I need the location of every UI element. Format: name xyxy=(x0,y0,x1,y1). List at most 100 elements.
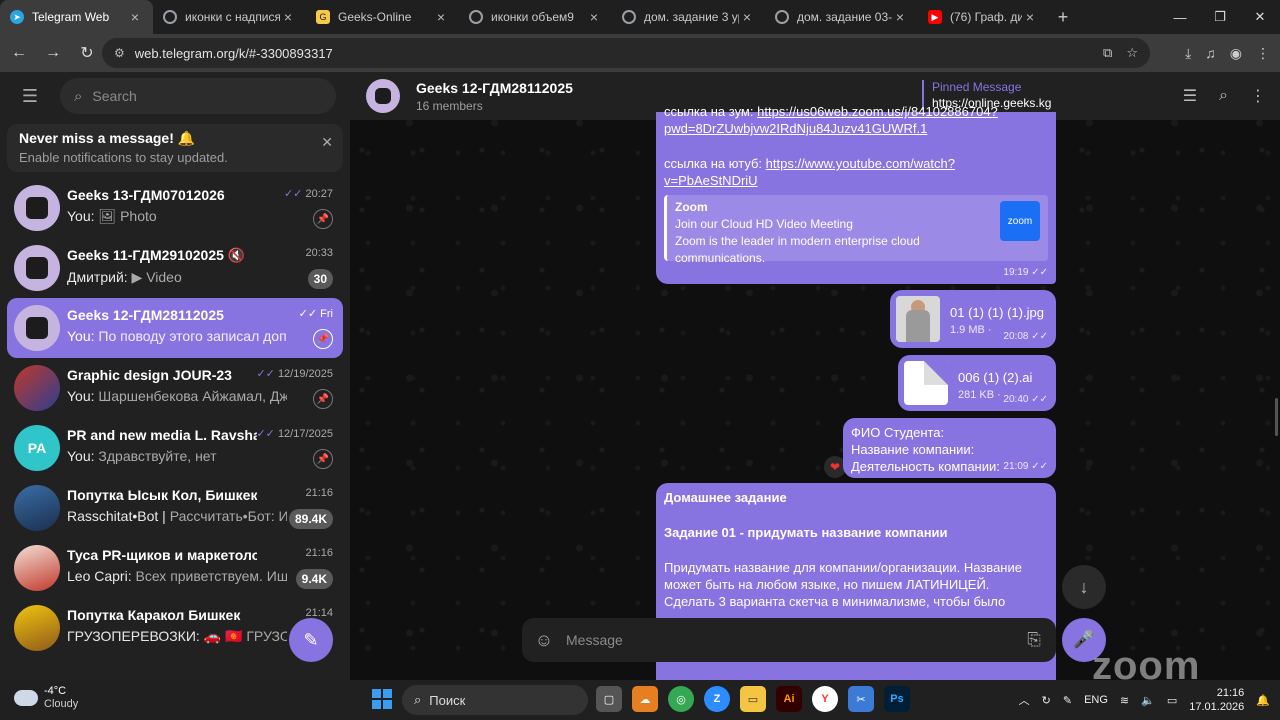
clock[interactable]: 21:16 17.01.2026 xyxy=(1189,686,1244,714)
pin-icon: 📌 xyxy=(313,389,333,409)
chat-item-geeks-13[interactable]: Geeks 13-ГДМ07012026 You: 🖼 Photo ✓✓ 20:… xyxy=(7,178,343,238)
pen-icon[interactable]: ✎ xyxy=(1063,694,1072,707)
avatar xyxy=(14,605,60,651)
snipping-tool-icon[interactable]: ✂ xyxy=(848,686,874,712)
windows-start-icon[interactable] xyxy=(372,689,392,709)
window-close-icon[interactable]: ✕ xyxy=(1240,0,1280,34)
zoom-app-icon[interactable]: Z xyxy=(704,686,730,712)
tab-title: иконки объем9 xyxy=(491,10,574,24)
tab-icons-text[interactable]: иконки с надписями × xyxy=(153,0,306,34)
zoom-logo: zoom xyxy=(1000,201,1040,241)
tab-title: иконки с надписями xyxy=(185,10,280,24)
search-icon[interactable]: ⌕ xyxy=(1219,87,1228,105)
task-view-icon[interactable]: ▢ xyxy=(596,686,622,712)
download-icon[interactable]: ⤓ xyxy=(1185,45,1191,62)
chat-item-tusa-pr[interactable]: Туса PR-щиков и маркетологов Leo Capri: … xyxy=(7,538,343,598)
chat-name: Попутка Ысык Кол, Бишкек Чол... xyxy=(67,487,257,503)
install-app-icon[interactable]: ⧉ xyxy=(1103,45,1112,61)
wifi-icon[interactable]: ≋ xyxy=(1120,694,1129,707)
chat-time: ✓✓ Fri xyxy=(298,308,333,320)
language-indicator[interactable]: ENG xyxy=(1084,694,1108,706)
bookmark-star-icon[interactable]: ☆ xyxy=(1126,45,1138,61)
notification-banner[interactable]: Never miss a message! 🔔 Enable notificat… xyxy=(7,124,343,172)
volume-icon[interactable]: 🔈 xyxy=(1141,694,1155,707)
chat-item-graphic-design[interactable]: Graphic design JOUR-23 You: Шаршенбекова… xyxy=(7,358,343,418)
cloud-app-icon[interactable]: ☁ xyxy=(632,686,658,712)
close-icon[interactable]: × xyxy=(1022,9,1038,25)
message-input[interactable]: Message xyxy=(566,632,1012,648)
notifications-bell-icon[interactable]: 🔔 xyxy=(1256,694,1270,707)
pinned-list-icon[interactable]: ☰ xyxy=(1183,86,1197,106)
photoshop-icon[interactable]: Ps xyxy=(884,686,910,712)
tab-homework-3[interactable]: дом. задание 3 урок × xyxy=(612,0,765,34)
tab-homework-03[interactable]: дом. задание 03-03 × xyxy=(765,0,918,34)
media-controls-icon[interactable]: ♫ xyxy=(1205,45,1216,61)
telegram-app: ☰ ⌕ Search Never miss a message! 🔔 Enabl… xyxy=(0,72,1280,680)
more-dots-icon[interactable]: ⋮ xyxy=(1250,86,1266,106)
tab-youtube[interactable]: ▶ (76) Граф. дизай × xyxy=(918,0,1048,34)
close-icon[interactable]: × xyxy=(280,9,296,25)
weather-widget[interactable]: -4°C Cloudy xyxy=(14,685,78,711)
close-icon[interactable]: × xyxy=(739,9,755,25)
youtube-link[interactable]: https://www.youtube.com/watch? xyxy=(766,156,955,171)
file-document-icon[interactable] xyxy=(904,361,948,405)
tab-geeks-online[interactable]: G Geeks-Online × xyxy=(306,0,459,34)
search-input[interactable]: ⌕ Search xyxy=(60,78,336,114)
chat-item-poputka-ysyk-kol[interactable]: Попутка Ысык Кол, Бишкек Чол... Rasschit… xyxy=(7,478,343,538)
yandex-browser-icon[interactable]: Y xyxy=(812,686,838,712)
minimize-icon[interactable]: — xyxy=(1160,0,1200,34)
emoji-icon[interactable]: ☺ xyxy=(522,630,566,651)
tab-title: Geeks-Online xyxy=(338,10,412,24)
link-preview-card[interactable]: Zoom Join our Cloud HD Video Meeting Zoo… xyxy=(664,195,1048,265)
taskbar-search[interactable]: ⌕ Поиск xyxy=(402,685,588,715)
new-message-pencil-button[interactable]: ✎ xyxy=(289,618,333,662)
chat-item-geeks-11[interactable]: Geeks 11-ГДМ29102025 🔇 Дмитрий: ▶ Video … xyxy=(7,238,343,298)
message-time: 21:09 ✓✓ xyxy=(1003,461,1048,472)
zoom-link[interactable]: pwd=8DrZUwbjvw2IRdNju84Juzv41GUWRf.1 xyxy=(664,121,927,136)
image-thumbnail[interactable] xyxy=(896,296,940,342)
battery-icon[interactable]: ▭ xyxy=(1167,694,1177,707)
site-settings-icon[interactable]: ⚙ xyxy=(114,46,125,60)
back-arrow-icon[interactable]: ← xyxy=(4,38,34,68)
message-composer[interactable]: ☺ Message ⎘ xyxy=(522,618,1056,662)
tab-telegram[interactable]: ➤ Telegram Web × xyxy=(0,0,153,34)
chat-title: Geeks 12-ГДМ28112025 xyxy=(416,79,573,96)
hamburger-menu-icon[interactable]: ☰ xyxy=(0,72,60,120)
chevron-up-icon[interactable]: ︿ xyxy=(1019,692,1030,708)
close-icon[interactable]: × xyxy=(586,9,602,25)
close-icon[interactable]: × xyxy=(892,9,908,25)
close-icon[interactable]: × xyxy=(433,9,449,25)
reload-icon[interactable]: ↻ xyxy=(72,38,102,68)
weather-condition: Cloudy xyxy=(44,698,79,710)
chat-window: Geeks 12-ГДМ28112025 16 members Pinned M… xyxy=(350,72,1280,680)
profile-icon[interactable]: ◉ xyxy=(1230,45,1242,62)
close-icon[interactable]: ✕ xyxy=(321,134,333,151)
attach-paperclip-icon[interactable]: ⎘ xyxy=(1012,630,1056,650)
new-tab-button[interactable]: + xyxy=(1048,0,1078,34)
illustrator-icon[interactable]: Ai xyxy=(776,686,802,712)
file-explorer-icon[interactable]: ▭ xyxy=(740,686,766,712)
chat-name: Geeks 11-ГДМ29102025 🔇 xyxy=(67,247,246,263)
tab-icons-3d[interactable]: иконки объем9 × xyxy=(459,0,612,34)
sync-icon[interactable]: ↻ xyxy=(1042,694,1051,707)
chat-item-pr-media[interactable]: PA PR and new media L. Ravshan... You: З… xyxy=(7,418,343,478)
chrome-icon[interactable]: ◎ xyxy=(668,686,694,712)
maximize-icon[interactable]: ❐ xyxy=(1200,0,1240,34)
chat-preview: Rasschitat•Bot | Рассчитать•Бот: И... xyxy=(67,508,287,524)
menu-dots-icon[interactable]: ⋮ xyxy=(1256,45,1270,62)
url-field[interactable]: ⚙ web.telegram.org/k/#-3300893317 ⧉ ☆ xyxy=(102,38,1150,68)
message-bubble-links[interactable]: ссылка на зум: https://us06web.zoom.us/j… xyxy=(656,104,1056,284)
message-bubble-image-file[interactable]: 01 (1) (1) (1).jpg 1.9 MB · 20:08 ✓✓ xyxy=(890,290,1056,348)
search-placeholder: Search xyxy=(92,88,137,104)
scroll-down-arrow-icon[interactable]: ↓ xyxy=(1062,565,1106,609)
close-icon[interactable]: × xyxy=(127,9,143,25)
forward-arrow-icon[interactable]: → xyxy=(38,38,68,68)
chat-item-geeks-12[interactable]: Geeks 12-ГДМ28112025 You: По поводу этог… xyxy=(7,298,343,358)
youtube-link[interactable]: v=PbAeStNDriU xyxy=(664,173,758,188)
scrollbar-thumb[interactable] xyxy=(1275,398,1278,436)
zoom-link[interactable]: https://us06web.zoom.us/j/84102886704? xyxy=(757,104,998,119)
youtube-icon: ▶ xyxy=(928,10,942,24)
message-bubble-ai-file[interactable]: 006 (1) (2).ai 281 KB · 20:40 ✓✓ xyxy=(898,355,1056,411)
chat-time: 20:33 xyxy=(305,247,333,259)
message-bubble-form[interactable]: ФИО Студента: Название компании: Деятель… xyxy=(843,418,1056,478)
